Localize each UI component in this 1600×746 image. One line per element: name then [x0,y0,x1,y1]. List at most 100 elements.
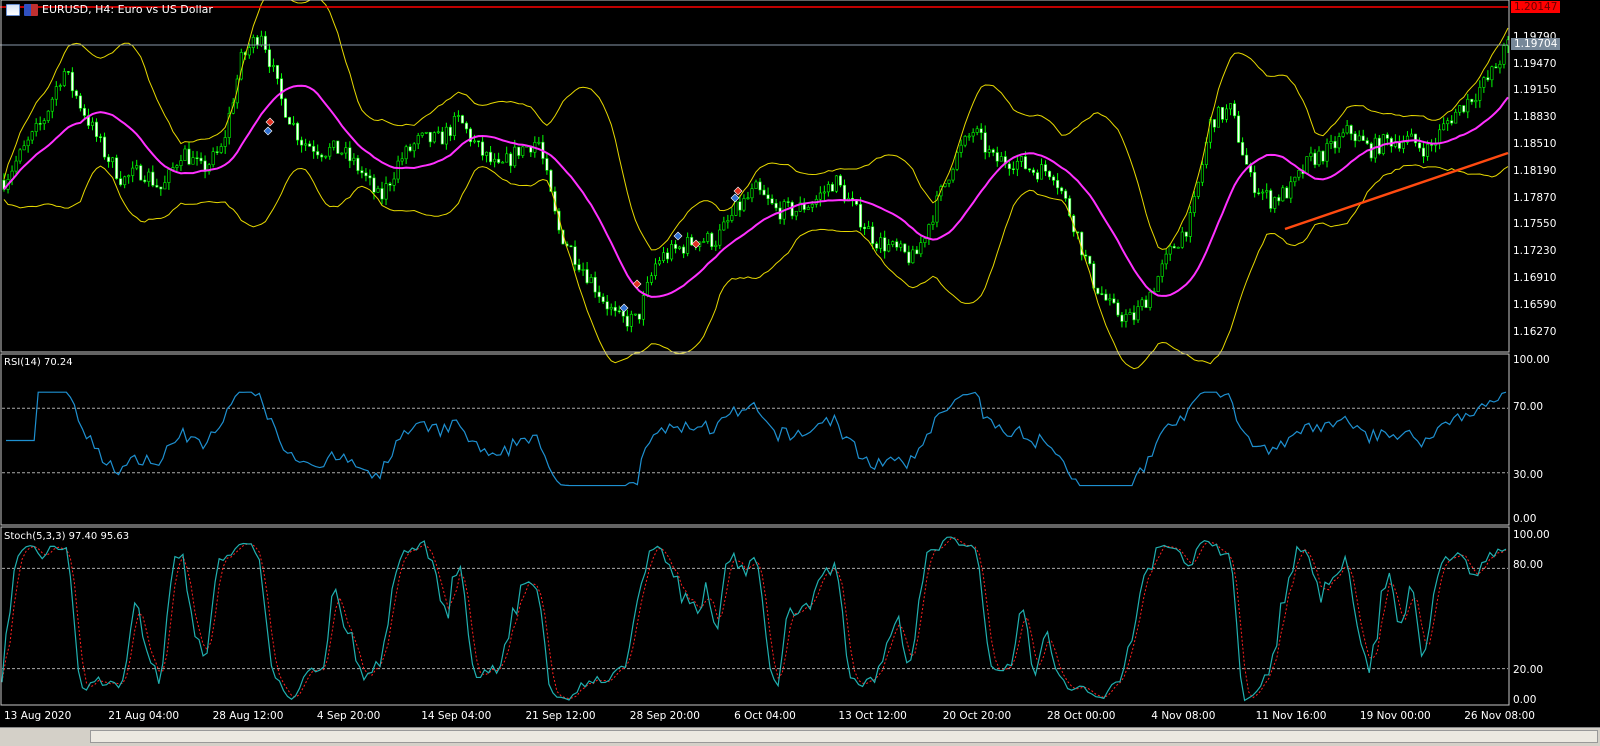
candle-body [1136,306,1140,321]
candle-body [420,132,424,136]
candle-body [324,155,328,158]
candle-body [448,126,452,136]
candle-body [1442,123,1446,131]
candle-body [1011,168,1015,171]
candle-body [569,245,573,248]
time-axis-label: 13 Oct 12:00 [838,710,907,722]
candle-body [971,132,975,137]
candle-body [195,157,199,159]
candle-body [573,246,577,265]
price-axis-label: 1.16910 [1513,272,1557,284]
candle-body [1140,299,1144,307]
candle-body [34,123,38,132]
candle-body [975,128,979,133]
candle-body [770,198,774,204]
candle-body [545,158,549,171]
candle-body [348,147,352,162]
candle-body [1490,66,1494,81]
candle-body [1317,150,1321,166]
candle-body [384,183,388,200]
stoch-axis-0: 0.00 [1513,694,1537,706]
candle-body [1482,77,1486,88]
horizontal-scrollbar[interactable] [0,727,1600,746]
candle-body [1446,120,1450,125]
candle-body [1019,156,1023,162]
candle-body [991,149,995,153]
candle-body [979,128,983,133]
candle-body [223,137,227,147]
candle-body [288,117,292,125]
candle-body [883,237,887,252]
chart-canvas[interactable] [0,0,1600,727]
candle-body [143,179,147,182]
candle-body [1241,142,1245,156]
candle-body [111,157,115,163]
price-axis-label: 1.16270 [1513,325,1557,338]
candle-body [509,153,513,167]
candle-body [605,301,609,310]
candle-body [1285,187,1289,199]
candle-body [489,151,493,163]
candle-body [682,246,686,254]
candle-body [54,86,58,100]
candle-body [666,252,670,260]
price-pane [0,0,1510,370]
candle-body [432,132,436,143]
candle-body [396,160,400,180]
price-axis-label: 1.17550 [1513,218,1557,231]
price-axis-label: 1.18830 [1513,111,1557,124]
price-axis-label: 1.19150 [1513,84,1557,97]
candle-body [436,131,440,134]
candle-body [1192,196,1196,213]
candle-body [340,152,344,155]
candle-body [1160,263,1164,277]
candle-body [790,201,794,217]
time-axis-label: 19 Nov 00:00 [1359,710,1431,722]
candle-body [1031,169,1035,173]
candle-body [1385,134,1389,139]
candle-body [875,243,879,249]
candle-body [834,175,838,192]
candle-body [1409,133,1413,137]
candle-body [70,71,74,92]
candle-body [187,148,191,165]
candle-body [163,182,167,190]
candle-body [388,183,392,186]
candle-body [115,157,119,179]
time-axis-label: 4 Nov 08:00 [1151,710,1216,722]
candle-body [127,175,131,178]
rsi-axis-30: 30.00 [1513,469,1544,481]
candle-body [1104,293,1108,301]
time-axis-label: 13 Aug 2020 [4,710,72,722]
candle-body [637,313,641,320]
candle-body [1052,176,1056,181]
candle-body [987,149,991,153]
candle-body [1333,140,1337,149]
trade-arrow-icon [263,126,273,136]
candle-body [589,276,593,284]
candle-body [1180,231,1184,248]
candle-body [750,188,754,199]
candle-body [300,139,304,146]
candle-body [702,241,706,243]
candle-body [179,160,183,167]
scrollbar-thumb[interactable] [90,730,1598,743]
pane-border [0,526,1510,706]
candle-body [400,158,404,162]
candle-body [842,184,846,202]
candle-body [983,132,987,153]
candle-body [380,188,384,200]
candle-body [279,78,283,100]
candle-body [408,146,412,152]
candle-body [211,151,215,166]
time-axis-label: 26 Nov 08:00 [1464,710,1535,722]
candle-body [1361,135,1365,141]
candle-body [923,238,927,243]
candle-body [1060,187,1064,192]
candle-body [895,241,899,248]
time-axis-label: 20 Oct 20:00 [942,710,1012,722]
candle-body [356,157,360,171]
candle-body [1462,105,1466,113]
candle-body [822,191,826,194]
candle-body [1369,143,1373,159]
